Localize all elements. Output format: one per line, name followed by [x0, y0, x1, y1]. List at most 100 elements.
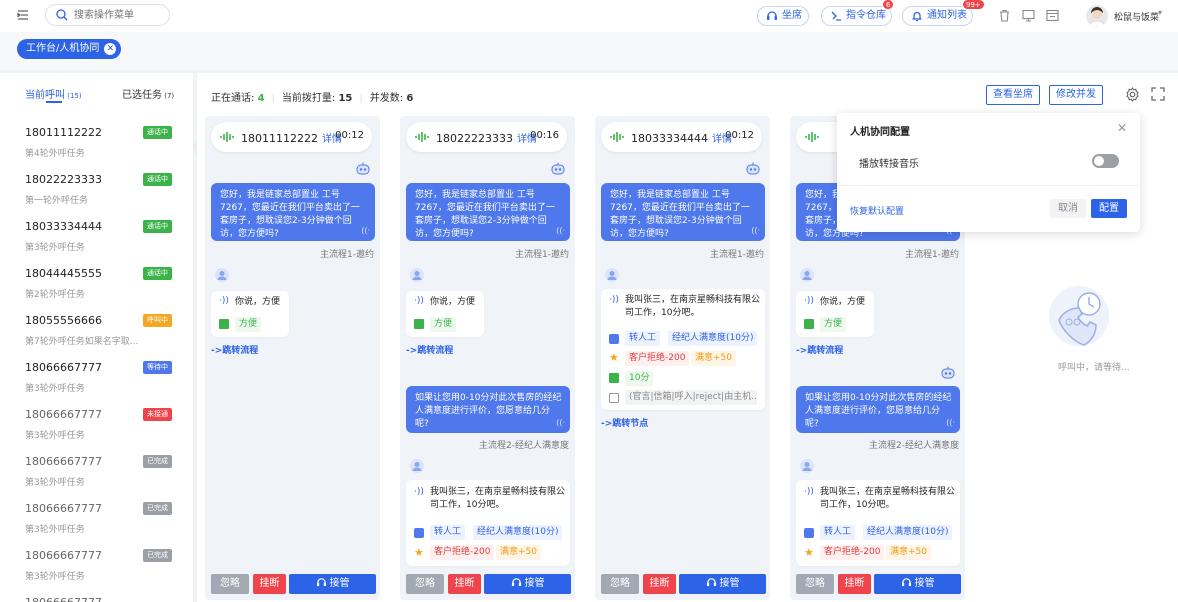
customer-message: ·)) 我叫张三，在南京星畅科技有限公司工作，10分吧。 转人工 经纪人满意度(… — [406, 480, 570, 566]
status-badge: 通话中 — [143, 173, 172, 186]
speaker-icon[interactable]: ((· — [751, 224, 760, 237]
customer-message-text: 我叫张三，在南京星畅科技有限公司工作，10分吧。 — [820, 487, 956, 510]
view-agents-button[interactable]: 查看坐席 — [986, 85, 1040, 105]
intent-icon — [804, 319, 814, 329]
speaker-icon[interactable]: ((· — [556, 416, 565, 429]
voice-icon[interactable]: ·)) — [804, 487, 814, 497]
call-list-item[interactable]: 18044445555 第2轮外呼任务 通话中 — [0, 259, 193, 306]
ignore-button[interactable]: 忽略 — [796, 574, 834, 594]
voice-icon[interactable]: ·)) — [414, 296, 424, 306]
user-icon — [215, 268, 229, 282]
voice-icon[interactable]: ·)) — [219, 296, 229, 306]
speaker-icon[interactable]: ((· — [946, 416, 955, 429]
call-panel: 18022223333 详情 00:16 您好，我是链家总部置业 工号7267，您… — [400, 116, 575, 600]
status-badge: 呼叫中 — [143, 314, 172, 327]
voice-icon[interactable]: ·)) — [609, 295, 619, 305]
call-header: 18033334444 详情 00:12 — [601, 122, 762, 152]
score-plus-tag: 满意+50 — [496, 545, 541, 560]
search-box[interactable] — [45, 4, 170, 26]
call-list-item[interactable]: 18066667777 第3轮外呼任务 已完成 — [0, 447, 193, 494]
status-badge: 未接通 — [143, 408, 172, 421]
notification-button[interactable]: 通知列表 99+ — [902, 0, 985, 26]
task-name: 第7轮外呼任务如果名字取... — [25, 337, 139, 347]
avatar[interactable] — [1086, 5, 1108, 27]
transfer-tag: 转人工 — [820, 525, 856, 540]
takeover-label: 接管 — [329, 578, 350, 589]
phone-number: 18066667777 — [25, 596, 102, 602]
robot-message-text: 您好，我是链家总部置业 工号7267，您最近在我们平台卖出了一套房子，想耽误您2… — [610, 190, 750, 239]
hangup-button[interactable]: 挂断 — [643, 574, 676, 594]
call-list-item[interactable]: 18066667777 — [0, 588, 193, 602]
robot-message-text: 如果让您用0-10分对此次售房的经纪人满意度进行评价，您愿意给几分呢? — [415, 393, 562, 429]
headset-icon — [767, 11, 777, 20]
call-list-item[interactable]: 18066667777 第3轮外呼任务 已完成 — [0, 541, 193, 588]
call-list-item[interactable]: 18033334444 第3轮外呼任务 通话中 — [0, 212, 193, 259]
call-list-item[interactable]: 18066667777 第3轮外呼任务 等待中 — [0, 353, 193, 400]
hangup-button[interactable]: 挂断 — [838, 574, 871, 594]
customer-message: ·)) 你说，方便 方便 — [211, 291, 289, 337]
tab-worktable-label: 工作台/人机协同 — [26, 43, 100, 54]
avatar-image — [1088, 7, 1106, 27]
intent-icon — [609, 373, 619, 383]
panel-phone-number: 18033334444 — [631, 132, 708, 145]
call-list-item[interactable]: 18066667777 第3轮外呼任务 已完成 — [0, 494, 193, 541]
takeover-button[interactable]: 接管 — [484, 574, 571, 594]
score-plus-tag: 满意+50 — [691, 351, 736, 366]
window-icon[interactable] — [1046, 9, 1059, 22]
call-list-item[interactable]: 18066667777 第3轮外呼任务 未接通 — [0, 400, 193, 447]
tab-selected-tasks[interactable]: 已选任务 (7) — [122, 86, 174, 101]
flow-label: 主流程1-邀约 — [710, 250, 764, 260]
chevron-down-icon[interactable]: ▾ — [1158, 8, 1162, 17]
settings-gear-icon[interactable] — [1125, 87, 1140, 102]
task-name: 第一轮外呼任务 — [25, 196, 89, 206]
takeover-button[interactable]: 接管 — [679, 574, 766, 594]
robot-message-text: 您好，我是链家总部置业 工号7267，您最近在我们平台卖出了一套房子，想耽误您2… — [220, 190, 360, 239]
tab-worktable[interactable]: 工作台/人机协同 ✕ — [17, 39, 122, 59]
phone-number: 18022223333 — [25, 173, 102, 186]
username[interactable]: 松鼠与饭菜 — [1114, 10, 1159, 23]
score-plus-tag: 满意+50 — [886, 545, 931, 560]
status-badge: 已完成 — [143, 455, 172, 468]
command-store-label: 指令仓库 — [846, 10, 886, 21]
menu-collapse-icon[interactable] — [17, 9, 29, 21]
call-panel: 18011112222 详情 00:12 您好，我是链家总部置业 工号7267，您… — [205, 116, 380, 600]
voice-icon[interactable]: ·)) — [414, 487, 424, 497]
cancel-button[interactable]: 取消 — [1050, 199, 1086, 218]
confirm-button[interactable]: 配置 — [1091, 199, 1127, 218]
task-name: 第2轮外呼任务 — [25, 290, 85, 300]
panel-actions: 忽略 挂断 接管 — [211, 574, 376, 594]
call-list-item[interactable]: 18055556666 第7轮外呼任务如果名字取... 呼叫中 — [0, 306, 193, 353]
tab-current-calls[interactable]: 当前呼叫 (15) — [25, 86, 82, 101]
hangup-button[interactable]: 挂断 — [253, 574, 286, 594]
close-icon[interactable]: ✕ — [1117, 121, 1127, 135]
star-icon: ★ — [609, 351, 619, 364]
speaker-icon[interactable]: ((· — [361, 224, 370, 237]
edit-concurrency-button[interactable]: 修改并发 — [1049, 85, 1103, 105]
call-list-item[interactable]: 18011112222 第4轮外呼任务 通话中 — [0, 118, 193, 165]
takeover-button[interactable]: 接管 — [874, 574, 961, 594]
speaker-icon[interactable]: ((· — [556, 224, 565, 237]
monitor-icon[interactable] — [1022, 9, 1035, 22]
transfer-music-label: 播放转接音乐 — [859, 159, 919, 170]
ignore-button[interactable]: 忽略 — [211, 574, 249, 594]
trash-icon[interactable] — [998, 9, 1011, 22]
close-icon[interactable]: ✕ — [104, 43, 117, 55]
transfer-tag: 转人工 — [430, 525, 466, 540]
agent-button[interactable]: 坐席 — [757, 6, 809, 26]
score-tag: 10分 — [625, 371, 654, 386]
divider — [837, 185, 1140, 186]
search-input[interactable] — [74, 8, 164, 22]
voice-icon[interactable]: ·)) — [804, 296, 814, 306]
command-store-button[interactable]: 指令仓库 6 — [821, 0, 895, 26]
ignore-button[interactable]: 忽略 — [601, 574, 639, 594]
customer-message-text: 你说，方便 — [235, 297, 281, 307]
command-badge: 6 — [882, 0, 895, 10]
fullscreen-icon[interactable] — [1151, 87, 1165, 101]
ignore-button[interactable]: 忽略 — [406, 574, 444, 594]
hangup-button[interactable]: 挂断 — [448, 574, 481, 594]
transfer-music-toggle[interactable] — [1092, 154, 1119, 168]
reset-default-link[interactable]: 恢复默认配置 — [850, 204, 904, 217]
task-name: 第3轮外呼任务 — [25, 243, 85, 253]
call-list-item[interactable]: 18022223333 第一轮外呼任务 通话中 — [0, 165, 193, 212]
takeover-button[interactable]: 接管 — [289, 574, 376, 594]
